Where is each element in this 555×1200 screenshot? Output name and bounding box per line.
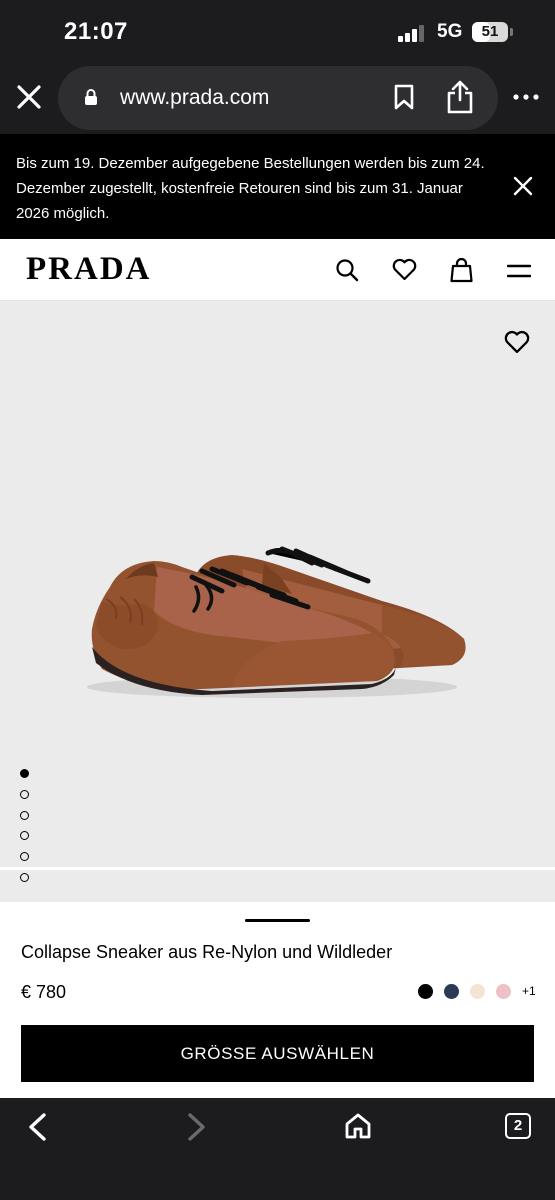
gallery-dot[interactable]	[20, 831, 29, 841]
url-text: www.prada.com	[120, 86, 270, 109]
prada-logo[interactable]: PRADA	[26, 253, 151, 286]
gallery-dot[interactable]	[20, 852, 29, 862]
product-price: € 780	[21, 982, 67, 1002]
home-icon[interactable]	[344, 1112, 372, 1140]
forward-icon[interactable]	[186, 1112, 208, 1142]
shopping-bag-icon[interactable]	[450, 258, 473, 283]
gallery-dot[interactable]	[20, 872, 29, 882]
color-swatch[interactable]	[444, 984, 459, 999]
lock-icon	[85, 89, 97, 105]
gallery-pagination	[20, 769, 29, 894]
signal-strength-icon	[398, 24, 428, 42]
gallery-divider	[0, 867, 555, 870]
share-icon[interactable]	[446, 80, 474, 114]
gallery-dot[interactable]	[20, 769, 29, 778]
product-image	[87, 546, 466, 698]
network-type: 5G	[437, 21, 463, 42]
wishlist-heart-icon[interactable]	[504, 330, 530, 354]
site-header: PRADA	[0, 239, 555, 301]
menu-icon[interactable]	[507, 264, 531, 278]
color-swatch[interactable]	[418, 984, 433, 999]
battery-cap	[510, 28, 513, 36]
color-swatch[interactable]	[470, 984, 485, 999]
status-bar: 21:07 5G 51	[0, 0, 555, 64]
battery-icon: 51	[472, 22, 508, 42]
delivery-banner: Bis zum 19. Dezember aufgegebene Bestell…	[0, 134, 555, 239]
product-image-gallery[interactable]	[0, 301, 555, 902]
product-info-sheet: Collapse Sneaker aus Re-Nylon und Wildle…	[0, 902, 555, 1098]
sheet-drag-handle[interactable]	[245, 919, 310, 922]
banner-close-icon[interactable]	[513, 176, 533, 196]
back-icon[interactable]	[26, 1112, 48, 1142]
more-icon[interactable]	[513, 94, 539, 100]
tabs-icon[interactable]: 2	[505, 1113, 531, 1139]
more-colors-count[interactable]: +1	[522, 984, 536, 998]
heart-icon[interactable]	[392, 258, 417, 281]
gallery-dot[interactable]	[20, 810, 29, 820]
banner-text: Bis zum 19. Dezember aufgegebene Bestell…	[16, 155, 485, 222]
battery-level: 51	[481, 23, 499, 40]
search-icon[interactable]	[335, 258, 359, 282]
close-icon[interactable]	[14, 82, 44, 112]
browser-toolbar: 2	[0, 1098, 555, 1200]
status-time: 21:07	[64, 18, 128, 45]
select-size-button[interactable]: GRÖSSE AUSWÄHLEN	[21, 1025, 534, 1082]
url-field[interactable]: www.prada.com	[58, 66, 498, 130]
gallery-dot[interactable]	[20, 789, 29, 799]
color-swatch[interactable]	[496, 984, 511, 999]
bookmark-icon[interactable]	[394, 84, 414, 110]
product-name: Collapse Sneaker aus Re-Nylon und Wildle…	[21, 942, 393, 962]
browser-address-bar: www.prada.com	[0, 64, 555, 134]
